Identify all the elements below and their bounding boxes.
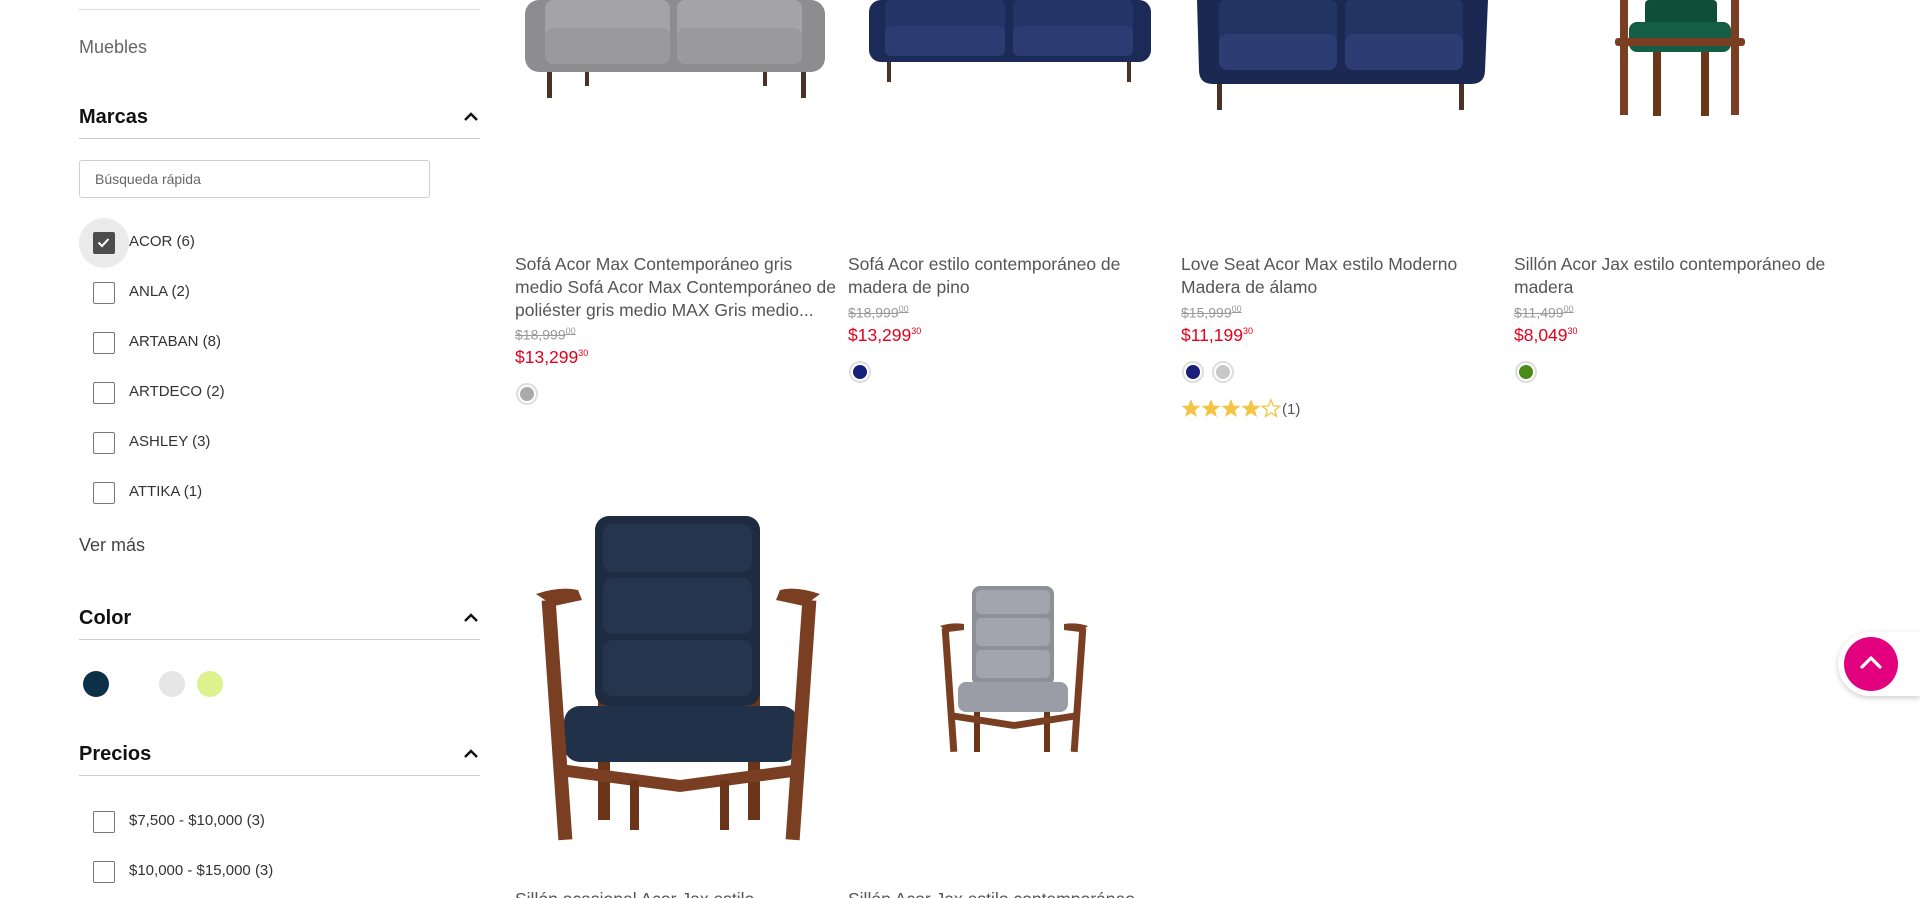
brand-filter-label: ACOR (6) [129, 233, 195, 250]
chevron-up-icon [1860, 656, 1882, 669]
back-to-top-button[interactable] [1838, 632, 1920, 696]
brand-filter-acor[interactable]: ACOR (6) [79, 218, 399, 268]
color-swatch-light-gray[interactable] [159, 671, 185, 697]
price-filter-label: $10,000 - $15,000 (3) [129, 862, 274, 879]
price-filter-label: $7,500 - $10,000 (3) [129, 812, 265, 829]
product-rating: (1) [1181, 398, 1300, 420]
price-filter-7500-10000[interactable]: $7,500 - $10,000 (3) [79, 797, 399, 847]
brand-filter-label: ATTIKA (1) [129, 483, 203, 500]
product-color-swatch[interactable] [849, 361, 871, 383]
product-color-swatch[interactable] [1182, 361, 1204, 383]
show-more-brands-link[interactable]: Ver más [79, 535, 145, 556]
product-image-navy-sofa[interactable] [865, 0, 1155, 90]
product-color-swatch[interactable] [516, 383, 538, 405]
product-price: $11,19930 [1181, 325, 1253, 345]
chevron-up-icon[interactable] [462, 610, 480, 624]
checkbox[interactable] [93, 861, 115, 883]
product-title[interactable]: Sillón ocasional Acor Jax estilo... [515, 888, 840, 898]
price-filter-10000-15000[interactable]: $10,000 - $15,000 (3) [79, 847, 399, 897]
divider [79, 775, 480, 776]
color-swatch-navy[interactable] [83, 671, 109, 697]
color-swatch-lime[interactable] [197, 671, 223, 697]
price-filter-header[interactable]: Precios [79, 743, 480, 767]
product-title[interactable]: Sillón Acor Jax estilo contemporáneo de.… [848, 888, 1173, 898]
color-swatch-white[interactable] [121, 671, 147, 697]
brand-filter-anla[interactable]: ANLA (2) [79, 268, 399, 318]
product-old-price: $11,49900 [1514, 304, 1574, 321]
brand-filter-artaban[interactable]: ARTABAN (8) [79, 318, 399, 368]
product-image-navy-armchair[interactable] [530, 510, 830, 845]
divider [79, 639, 480, 640]
product-color-swatch[interactable] [1515, 361, 1537, 383]
brand-filter-label: ARTDECO (2) [129, 383, 225, 400]
product-image-green-armchair[interactable] [1605, 0, 1755, 118]
checkmark-icon [97, 238, 110, 248]
back-to-top-circle[interactable] [1844, 637, 1898, 691]
checkbox[interactable] [93, 382, 115, 404]
brand-filter-label: ARTABAN (8) [129, 333, 221, 350]
product-image-gray-sofa[interactable] [515, 0, 835, 110]
color-filter-header[interactable]: Color [79, 607, 480, 631]
rating-count[interactable]: (1) [1282, 401, 1300, 418]
chevron-up-icon[interactable] [462, 109, 480, 123]
product-color-swatch[interactable] [1212, 361, 1234, 383]
brands-filter-header[interactable]: Marcas [79, 106, 480, 130]
checkbox-checked[interactable] [93, 232, 115, 254]
brands-filter-title: Marcas [79, 106, 148, 128]
star-rating-icon [1181, 398, 1281, 418]
product-price: $8,04930 [1514, 325, 1578, 345]
product-title[interactable]: Love Seat Acor Max estilo Moderno Madera… [1181, 253, 1506, 299]
brand-filter-artdeco[interactable]: ARTDECO (2) [79, 368, 399, 418]
product-title[interactable]: Sofá Acor estilo contemporáneo de madera… [848, 253, 1173, 299]
product-image-gray-armchair[interactable] [938, 582, 1090, 754]
checkbox[interactable] [93, 332, 115, 354]
filters-sidebar: Muebles Marcas ACOR (6) ANLA (2) ARTABAN… [79, 0, 480, 898]
brand-quick-search-input[interactable] [79, 160, 430, 198]
product-title[interactable]: Sillón Acor Jax estilo contemporáneo de … [1514, 253, 1839, 299]
product-old-price: $18,99900 [515, 326, 576, 343]
product-image-navy-loveseat[interactable] [1195, 0, 1490, 115]
product-title[interactable]: Sofá Acor Max Contemporáneo gris medio S… [515, 253, 840, 322]
divider [79, 138, 480, 139]
brand-filter-label: ANLA (2) [129, 283, 190, 300]
chevron-up-icon[interactable] [462, 746, 480, 760]
checkbox[interactable] [93, 811, 115, 833]
category-link-muebles[interactable]: Muebles [79, 37, 147, 58]
product-old-price: $18,99900 [848, 304, 909, 321]
price-filter-title: Precios [79, 743, 152, 765]
divider [79, 9, 480, 10]
checkbox[interactable] [93, 282, 115, 304]
color-swatches [83, 671, 283, 697]
brand-filter-attika[interactable]: ATTIKA (1) [79, 468, 399, 518]
checkbox[interactable] [93, 432, 115, 454]
product-old-price: $15,99900 [1181, 304, 1242, 321]
product-price: $13,29930 [848, 325, 922, 345]
checkbox[interactable] [93, 482, 115, 504]
product-price: $13,29930 [515, 347, 589, 367]
color-filter-title: Color [79, 607, 132, 629]
brand-filter-label: ASHLEY (3) [129, 433, 211, 450]
brand-filter-ashley[interactable]: ASHLEY (3) [79, 418, 399, 468]
